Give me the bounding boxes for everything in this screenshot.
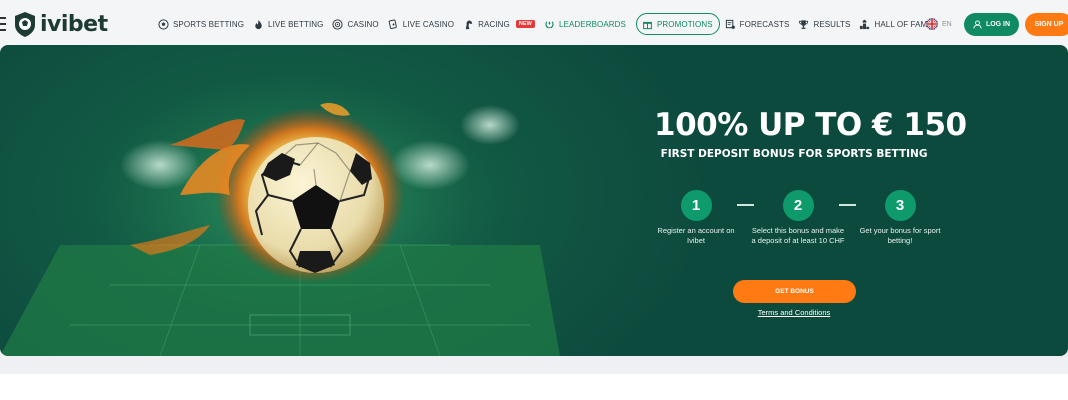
- nav-casino[interactable]: CASINO: [332, 13, 384, 35]
- nav-label: LIVE BETTING: [268, 19, 324, 29]
- user-icon: [973, 20, 982, 29]
- get-bonus-label: GET BONUS: [775, 288, 814, 295]
- promo-title: 100% UP TO € 150: [654, 107, 967, 143]
- nav-forecasts[interactable]: FORECASTS: [725, 13, 796, 35]
- menu-icon[interactable]: [0, 17, 8, 31]
- terms-link[interactable]: Terms and Conditions: [714, 308, 874, 317]
- podium-icon: [860, 19, 870, 29]
- nav-label: PROMOTIONS: [656, 19, 713, 29]
- laurel-icon: [545, 20, 554, 28]
- new-badge: NEW: [515, 20, 535, 28]
- page-content-area: [0, 374, 1068, 400]
- nav-sports-betting[interactable]: SPORTS BETTING: [158, 13, 250, 35]
- nav-label: SPORTS BETTING: [173, 19, 245, 29]
- gift-icon: [643, 21, 652, 29]
- nav-label: RESULTS: [813, 19, 851, 29]
- flame-icon: [255, 19, 262, 29]
- login-button[interactable]: LOG IN: [964, 13, 1019, 36]
- language-label: EN: [942, 20, 952, 28]
- promo-content: 100% UP TO € 150 FIRST DEPOSIT BONUS FOR…: [560, 45, 1030, 356]
- nav-label: LEADERBOARDS: [558, 19, 626, 29]
- step-1: 1 Register an account on Ivibet: [648, 190, 744, 245]
- language-selector[interactable]: EN: [926, 18, 952, 30]
- promo-hero-banner: 100% UP TO € 150 FIRST DEPOSIT BONUS FOR…: [0, 45, 1068, 356]
- nav-label: LIVE CASINO: [402, 19, 455, 29]
- ivibet-logo[interactable]: ivibet: [13, 10, 108, 38]
- uk-flag-icon: [926, 18, 938, 30]
- login-label: LOG IN: [985, 21, 1011, 28]
- step-number: 3: [884, 190, 916, 221]
- nav-promotions[interactable]: PROMOTIONS: [635, 13, 720, 35]
- signup-label: SIGN UP: [1034, 21, 1064, 28]
- nav-label: RACING: [478, 19, 510, 29]
- step-number: 2: [782, 190, 814, 221]
- soccer-ball-icon: [158, 18, 169, 30]
- nav-label: HALL OF FAME: [874, 19, 933, 29]
- step-text: Get your bonus for sport betting!: [859, 226, 941, 245]
- promo-subtitle: FIRST DEPOSIT BONUS FOR SPORTS BETTING: [660, 148, 928, 160]
- step-number: 1: [680, 190, 712, 221]
- bonus-steps: 1 Register an account on Ivibet 2 Select…: [648, 190, 948, 270]
- nav-live-betting[interactable]: LIVE BETTING: [253, 13, 329, 35]
- step-text: Register an account on Ivibet: [657, 226, 735, 245]
- nav-live-casino[interactable]: LIVE CASINO: [388, 13, 460, 35]
- nav-leaderboards[interactable]: LEADERBOARDS: [544, 13, 632, 35]
- trophy-icon: [799, 19, 809, 29]
- roulette-icon: [332, 18, 344, 30]
- nav-label: FORECASTS: [739, 19, 790, 29]
- nav-label: CASINO: [347, 19, 379, 29]
- forecast-icon: [725, 19, 735, 29]
- nav-racing[interactable]: RACING NEW: [463, 13, 541, 35]
- step-3: 3 Get your bonus for sport betting!: [852, 190, 948, 245]
- flaming-football-illustration: [0, 55, 560, 356]
- main-nav: SPORTS BETTING LIVE BETTING CASINO LIVE …: [158, 13, 942, 35]
- top-header: ivibet SPORTS BETTING LIVE BETTING CASIN…: [0, 0, 1068, 48]
- shield-logo-icon: [15, 11, 35, 37]
- step-text: Select this bonus and make a deposit of …: [751, 226, 845, 245]
- nav-results[interactable]: RESULTS: [798, 13, 856, 35]
- get-bonus-button[interactable]: GET BONUS: [733, 280, 856, 303]
- logo-text: ivibet: [40, 11, 108, 37]
- signup-button[interactable]: SIGN UP: [1025, 13, 1068, 36]
- horse-icon: [465, 19, 473, 29]
- card-icon: [388, 18, 397, 29]
- step-2: 2 Select this bonus and make a deposit o…: [750, 190, 846, 245]
